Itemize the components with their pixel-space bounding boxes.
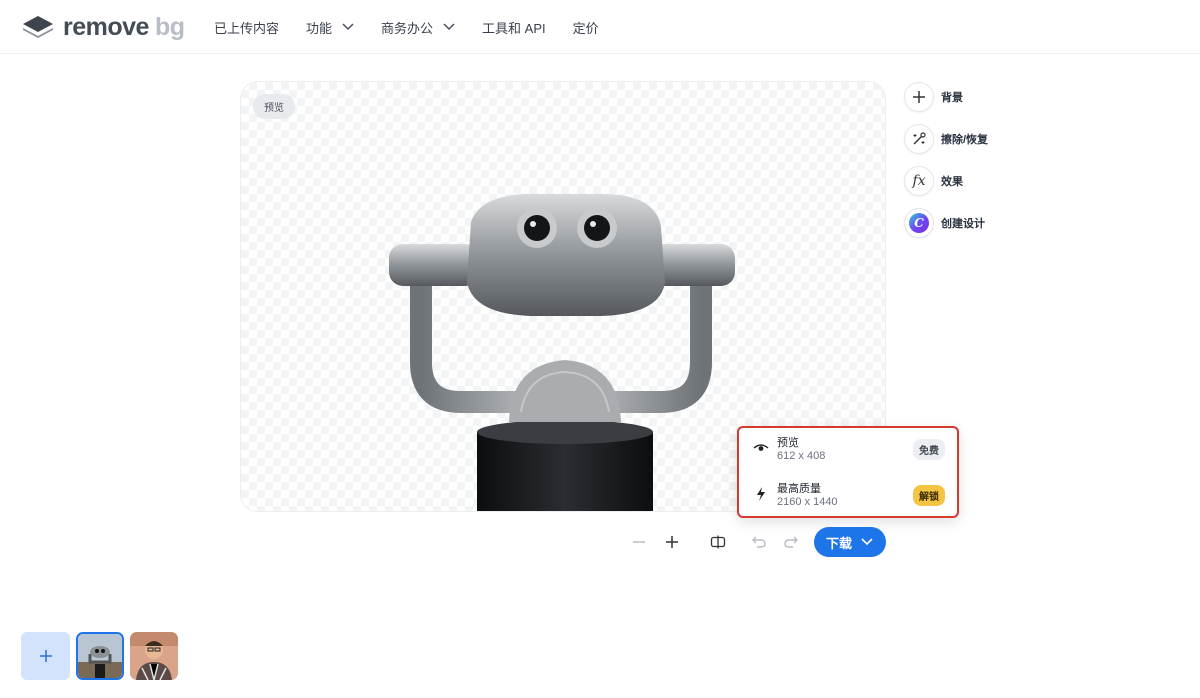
logo-word-bg: bg [154,12,185,41]
bolt-icon [757,487,765,501]
download-option-max-quality-resolution: 2160 x 1440 [777,496,838,508]
side-tools: 背景 擦除/恢复 fx 效果 C 创建设计 [904,82,988,250]
tool-erase-restore[interactable]: 擦除/恢复 [904,124,988,154]
download-options-menu: 预览 612 x 408 免费 最高质量 2160 x 1440 解锁 [737,426,959,518]
chevron-down-icon [443,23,455,31]
tool-create-design-label: 创建设计 [941,218,985,230]
nav-uploads[interactable]: 已上传内容 [214,18,279,37]
top-navigation-bar: remove bg 已上传内容 功能 商务办公 工具和 API 定价 [0,0,1200,54]
download-button[interactable]: 下载 [814,527,886,557]
fx-icon: fx [904,166,934,196]
zoom-out-icon[interactable] [629,532,649,552]
add-image-button[interactable] [21,632,70,680]
binocular-viewer-thumbnail[interactable] [76,632,124,680]
removebg-logo[interactable]: remove bg [21,12,185,42]
chevron-down-icon [342,23,354,31]
preview-badge: 预览 [253,94,295,119]
compare-icon[interactable] [708,532,728,552]
redo-icon[interactable] [781,532,801,552]
nav-features[interactable]: 功能 [306,18,354,37]
undo-icon[interactable] [749,532,769,552]
logo-wordmark: remove bg [63,13,185,42]
fx-icon-text: fx [912,173,926,189]
nav-tools-api-label: 工具和 API [482,20,546,36]
logo-word-remove: remove [63,12,149,41]
canva-icon: C [904,208,934,238]
nav-business-label: 商务办公 [381,20,434,36]
download-button-label: 下载 [826,535,853,551]
zoom-in-icon[interactable] [662,532,682,552]
plus-icon [39,650,52,662]
eye-icon [753,444,769,451]
nav-uploads-label: 已上传内容 [214,20,280,36]
tool-create-design[interactable]: C 创建设计 [904,208,988,238]
download-option-max-quality[interactable]: 最高质量 2160 x 1440 解锁 [739,476,957,520]
canva-icon-letter: C [914,216,924,230]
download-option-preview-title: 预览 [777,437,799,449]
logo-layers-icon [23,16,53,38]
free-badge: 免费 [913,439,945,460]
download-option-max-quality-title: 最高质量 [777,483,821,495]
nav-business[interactable]: 商务办公 [381,18,455,37]
tool-effects[interactable]: fx 效果 [904,166,988,196]
main-nav: 已上传内容 功能 商务办公 工具和 API 定价 [214,0,626,54]
download-option-preview-resolution: 612 x 408 [777,450,826,462]
chevron-down-icon [861,538,873,546]
person-portrait-thumbnail[interactable] [130,632,178,680]
nav-pricing[interactable]: 定价 [573,18,599,37]
plus-icon [904,82,934,112]
nav-pricing-label: 定价 [572,20,599,36]
tool-effects-label: 效果 [941,176,963,188]
download-option-preview[interactable]: 预览 612 x 408 免费 [739,430,957,474]
nav-features-label: 功能 [306,20,333,36]
nav-tools-api[interactable]: 工具和 API [482,18,546,37]
tool-erase-restore-label: 擦除/恢复 [941,134,989,146]
tool-background[interactable]: 背景 [904,82,988,112]
tool-background-label: 背景 [941,92,963,104]
unlock-badge: 解锁 [913,485,945,506]
magic-brush-icon [904,124,934,154]
